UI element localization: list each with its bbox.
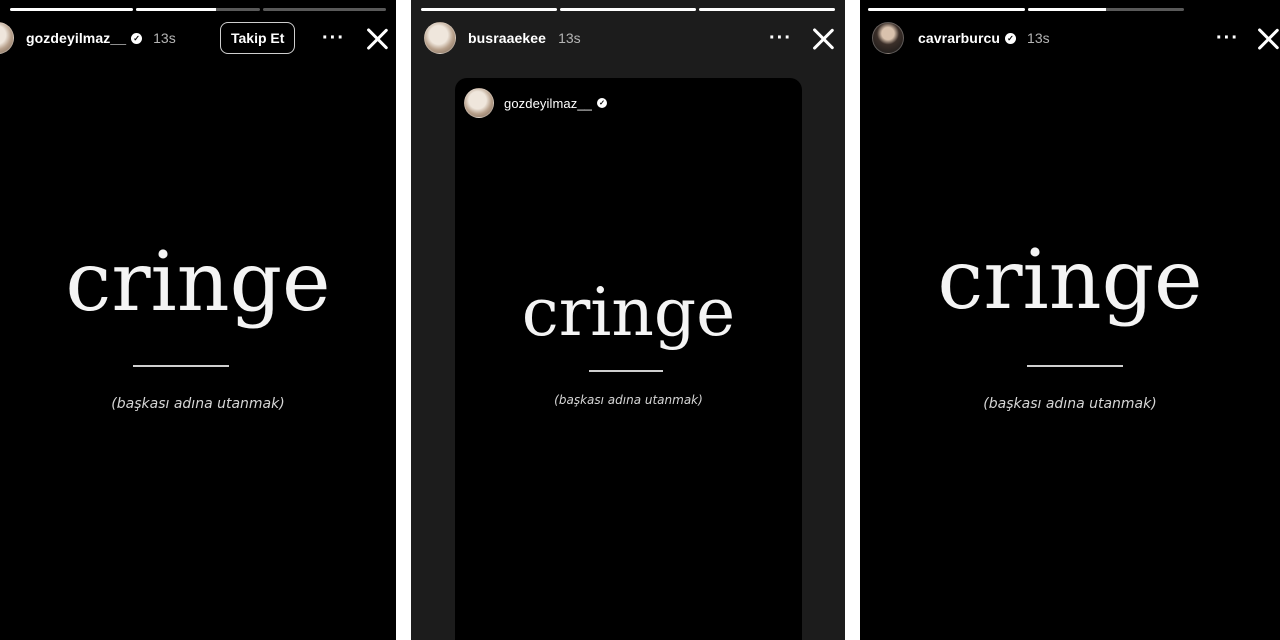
close-icon[interactable]	[1256, 27, 1280, 51]
progress-segment	[560, 8, 696, 11]
username[interactable]: gozdeyilmaz__	[26, 30, 126, 46]
divider	[589, 370, 663, 372]
close-icon[interactable]	[811, 27, 835, 51]
shared-card-header: gozdeyilmaz__ ✓	[464, 88, 608, 118]
more-icon[interactable]: ···	[769, 28, 792, 48]
story-caption: (başkası adına utanmak)	[554, 393, 703, 407]
divider	[133, 365, 229, 367]
progress-segment	[421, 8, 557, 11]
story-word: cringe	[521, 274, 736, 351]
progress-segment	[136, 8, 260, 11]
username[interactable]: gozdeyilmaz__	[504, 96, 592, 111]
story-progress	[868, 8, 1184, 11]
follow-button[interactable]: Takip Et	[220, 22, 296, 54]
username[interactable]: cavrarburcu	[918, 30, 1000, 46]
timestamp: 13s	[153, 30, 176, 46]
story-caption: (başkası adına utanmak)	[983, 396, 1157, 412]
story-word: cringe	[65, 235, 331, 330]
story-progress	[421, 8, 835, 11]
timestamp: 13s	[1027, 30, 1050, 46]
story-panel-gozdeyilmaz: gozdeyilmaz__ ✓ 13s Takip Et ··· cringe …	[0, 0, 396, 640]
avatar[interactable]	[424, 22, 456, 54]
progress-segment	[699, 8, 835, 11]
story-panel-cavrarburcu: cavrarburcu ✓ 13s ··· cringe (başkası ad…	[860, 0, 1280, 640]
timestamp: 13s	[558, 30, 581, 46]
shared-story-card[interactable]: gozdeyilmaz__ ✓ cringe (başkası adına ut…	[455, 78, 802, 640]
divider	[1027, 365, 1123, 367]
story-panel-busraaekee: busraaekee 13s ··· gozdeyilmaz__ ✓ cring…	[411, 0, 845, 640]
story-header: busraaekee 13s	[424, 22, 581, 54]
verified-icon: ✓	[131, 32, 143, 44]
story-caption: (başkası adına utanmak)	[111, 396, 285, 412]
story-header: cavrarburcu ✓ 13s	[872, 22, 1050, 54]
avatar[interactable]	[0, 22, 14, 54]
progress-segment	[868, 8, 1025, 11]
avatar[interactable]	[872, 22, 904, 54]
story-progress	[10, 8, 386, 11]
avatar[interactable]	[464, 88, 494, 118]
verified-icon: ✓	[1005, 32, 1017, 44]
progress-segment	[10, 8, 134, 11]
story-word: cringe	[937, 233, 1203, 328]
progress-segment	[1027, 8, 1184, 11]
close-icon[interactable]	[365, 27, 389, 51]
more-icon[interactable]: ···	[1216, 28, 1239, 48]
story-header: gozdeyilmaz__ ✓ 13s	[0, 22, 176, 54]
username[interactable]: busraaekee	[468, 30, 546, 46]
verified-icon: ✓	[597, 98, 608, 108]
progress-segment	[262, 8, 386, 11]
more-icon[interactable]: ···	[322, 28, 345, 48]
